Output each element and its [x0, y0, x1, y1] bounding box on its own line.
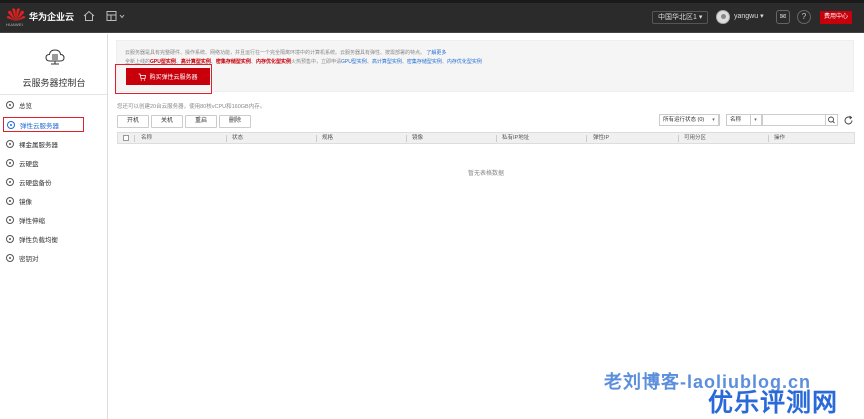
column-divider	[316, 135, 317, 142]
cart-icon	[138, 73, 147, 81]
search-input[interactable]	[762, 114, 826, 126]
region-selector[interactable]: 中国华北区1 ▾	[652, 11, 709, 24]
apply-gpu-link[interactable]: GPU型实例	[341, 59, 367, 65]
sidebar-item-ims[interactable]: 镜像	[6, 193, 106, 208]
stop-button[interactable]: 关机	[151, 115, 183, 128]
watermark-line-2: 优乐评测网	[708, 389, 839, 417]
auto-scaling-icon	[6, 215, 14, 224]
sidebar-item-label: 云硬盘备份	[19, 179, 52, 187]
top-navigation-bar: HUAWEI 华为企业云 中国华北区1 ▾ yangwu ▾ ✉ ? 费用中心	[0, 0, 864, 33]
apply-hpc-link[interactable]: 高计算型实例	[372, 59, 402, 65]
help-icon[interactable]: ?	[797, 10, 811, 24]
notice-mid: 火热预售中，立即申请	[290, 59, 341, 65]
search-icon[interactable]	[826, 114, 838, 126]
column-divider	[496, 135, 497, 142]
overview-icon	[6, 100, 14, 109]
search-field-select[interactable]: 名称	[726, 114, 751, 126]
intro-notice: 云服务器是具有完整硬件、操作系统、网络功能，并且运行在一个完全隔离环境中的计算机…	[116, 40, 854, 92]
load-balancer-icon	[6, 234, 14, 243]
sidebar-divider	[0, 94, 107, 95]
select-all-checkbox[interactable]	[123, 135, 129, 141]
column-header-flavor[interactable]: 规格	[322, 133, 333, 143]
browser-strip	[0, 0, 864, 3]
huawei-logo-icon: HUAWEI	[6, 7, 26, 27]
empty-table-message: 暂无表格数据	[467, 171, 504, 177]
sidebar-item-keypair[interactable]: 密钥对	[6, 250, 106, 265]
sidebar-item-overview[interactable]: 总览	[6, 97, 106, 112]
key-icon	[6, 253, 14, 262]
sidebar-item-evs[interactable]: 云硬盘	[6, 155, 106, 170]
ecs-icon	[7, 120, 15, 129]
brand-name: 华为企业云	[29, 12, 75, 22]
delete-button[interactable]: 删除	[219, 115, 251, 128]
bms-icon	[6, 139, 14, 148]
disk-instance-highlight: 密集存储型实例	[215, 59, 251, 65]
column-header-actions: 操作	[774, 135, 786, 141]
sidebar-item-as[interactable]: 弹性伸缩	[6, 212, 106, 227]
column-header-eip[interactable]: 弹性IP	[593, 133, 609, 143]
sidebar-item-label: 弹性负载均衡	[19, 236, 58, 244]
disk-icon	[6, 158, 14, 167]
region-label: 中国华北区1	[658, 14, 697, 21]
learn-more-link[interactable]: 了解更多	[426, 50, 446, 56]
apply-mem-link[interactable]: 内存优化型实例	[447, 59, 482, 65]
sidebar-item-elb[interactable]: 弹性负载均衡	[6, 231, 106, 246]
sidebar-item-label: 裸金属服务器	[19, 141, 58, 149]
sidebar-item-label: 镜像	[19, 198, 32, 206]
chevron-down-icon[interactable]: ▾	[750, 114, 762, 126]
buy-button-label: 购买弹性云服务器	[149, 75, 198, 81]
sidebar: 云服务器控制台 总览 弹性云服务器 裸金属服务器 云硬盘 云硬盘备份 镜像 弹性…	[0, 34, 108, 419]
backup-icon	[6, 177, 14, 186]
column-divider	[768, 135, 769, 142]
column-divider	[678, 135, 679, 142]
column-divider	[406, 135, 407, 142]
mem-instance-highlight: 内存优化型实例	[255, 59, 291, 65]
sidebar-item-label: 总览	[19, 102, 32, 110]
service-list-icon[interactable]	[106, 10, 126, 24]
column-header-az[interactable]: 可用分区	[684, 133, 706, 143]
column-divider	[134, 135, 135, 142]
console-title: 云服务器控制台	[22, 78, 86, 88]
username: yangwu	[734, 13, 759, 20]
cloud-server-icon	[44, 46, 66, 68]
home-icon[interactable]	[82, 10, 96, 24]
column-header-private-ip[interactable]: 私有IP地址	[502, 133, 529, 143]
column-divider	[586, 135, 587, 142]
refresh-icon[interactable]	[842, 114, 855, 127]
column-divider	[226, 135, 227, 142]
column-header-status[interactable]: 状态	[232, 133, 243, 143]
column-header-name[interactable]: 名称	[141, 133, 152, 143]
notice-text: 云服务器是具有完整硬件、操作系统、网络功能，并且运行在一个完全隔离环境中的计算机…	[125, 50, 426, 56]
logo-text: HUAWEI	[6, 22, 24, 27]
billing-center-button[interactable]: 费用中心	[820, 11, 852, 24]
image-icon	[6, 196, 14, 205]
buy-ecs-button[interactable]: 购买弹性云服务器	[126, 68, 210, 85]
username-menu[interactable]: yangwu ▾	[734, 12, 764, 20]
quota-text: 您还可以创建20台云服务器，使用80核vCPU和160GB内存。	[117, 104, 266, 110]
message-icon[interactable]: ✉	[776, 10, 790, 24]
restart-button[interactable]: 重启	[185, 115, 217, 128]
sidebar-item-vbs[interactable]: 云硬盘备份	[6, 174, 106, 189]
apply-disk-link[interactable]: 密集存储型实例	[407, 59, 442, 65]
start-button[interactable]: 开机	[117, 115, 149, 128]
chevron-down-icon[interactable]: ▾	[708, 114, 720, 126]
column-header-image[interactable]: 镜像	[412, 133, 423, 143]
sidebar-item-label: 云硬盘	[19, 160, 39, 168]
sidebar-item-label: 弹性伸缩	[19, 217, 45, 225]
sidebar-item-label: 弹性云服务器	[20, 122, 59, 130]
notice-line-1: 云服务器是具有完整硬件、操作系统、网络功能，并且运行在一个完全隔离环境中的计算机…	[125, 49, 446, 56]
sidebar-item-bms[interactable]: 裸金属服务器	[6, 136, 106, 151]
sidebar-item-label: 密钥对	[19, 255, 39, 263]
sidebar-item-ecs[interactable]: 弹性云服务器	[3, 117, 84, 132]
brand[interactable]: HUAWEI 华为企业云	[6, 7, 74, 29]
avatar[interactable]	[716, 10, 730, 24]
table-header: 名称 状态 规格 镜像 私有IP地址 弹性IP 可用分区 操作	[117, 132, 855, 144]
